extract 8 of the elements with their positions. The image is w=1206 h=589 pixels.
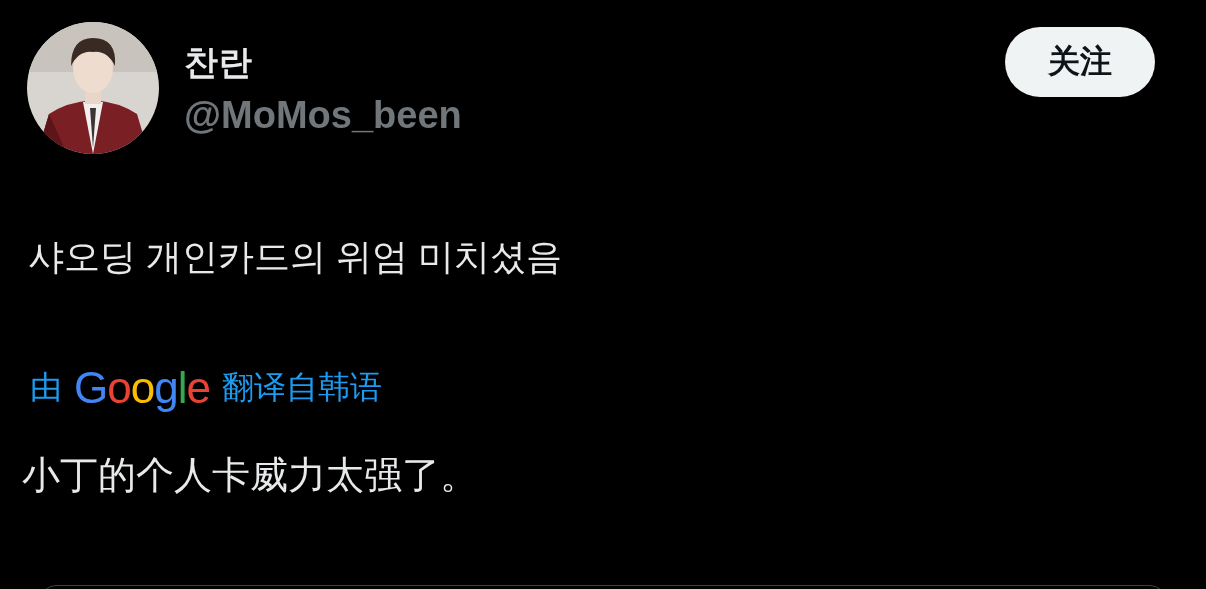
translation-prefix: 由	[30, 368, 62, 407]
follow-button[interactable]: 关注	[1005, 27, 1155, 97]
user-handle: @MoMos_been	[184, 93, 462, 138]
user-name: 찬란	[184, 42, 253, 83]
translated-text: 小丁的个人卡威力太强了。	[22, 453, 479, 498]
post-text: 샤오딩 개인카드의 위엄 미치셨음	[28, 235, 563, 279]
google-logo: Google	[74, 363, 210, 413]
translation-label: 翻译自韩语	[221, 368, 382, 407]
